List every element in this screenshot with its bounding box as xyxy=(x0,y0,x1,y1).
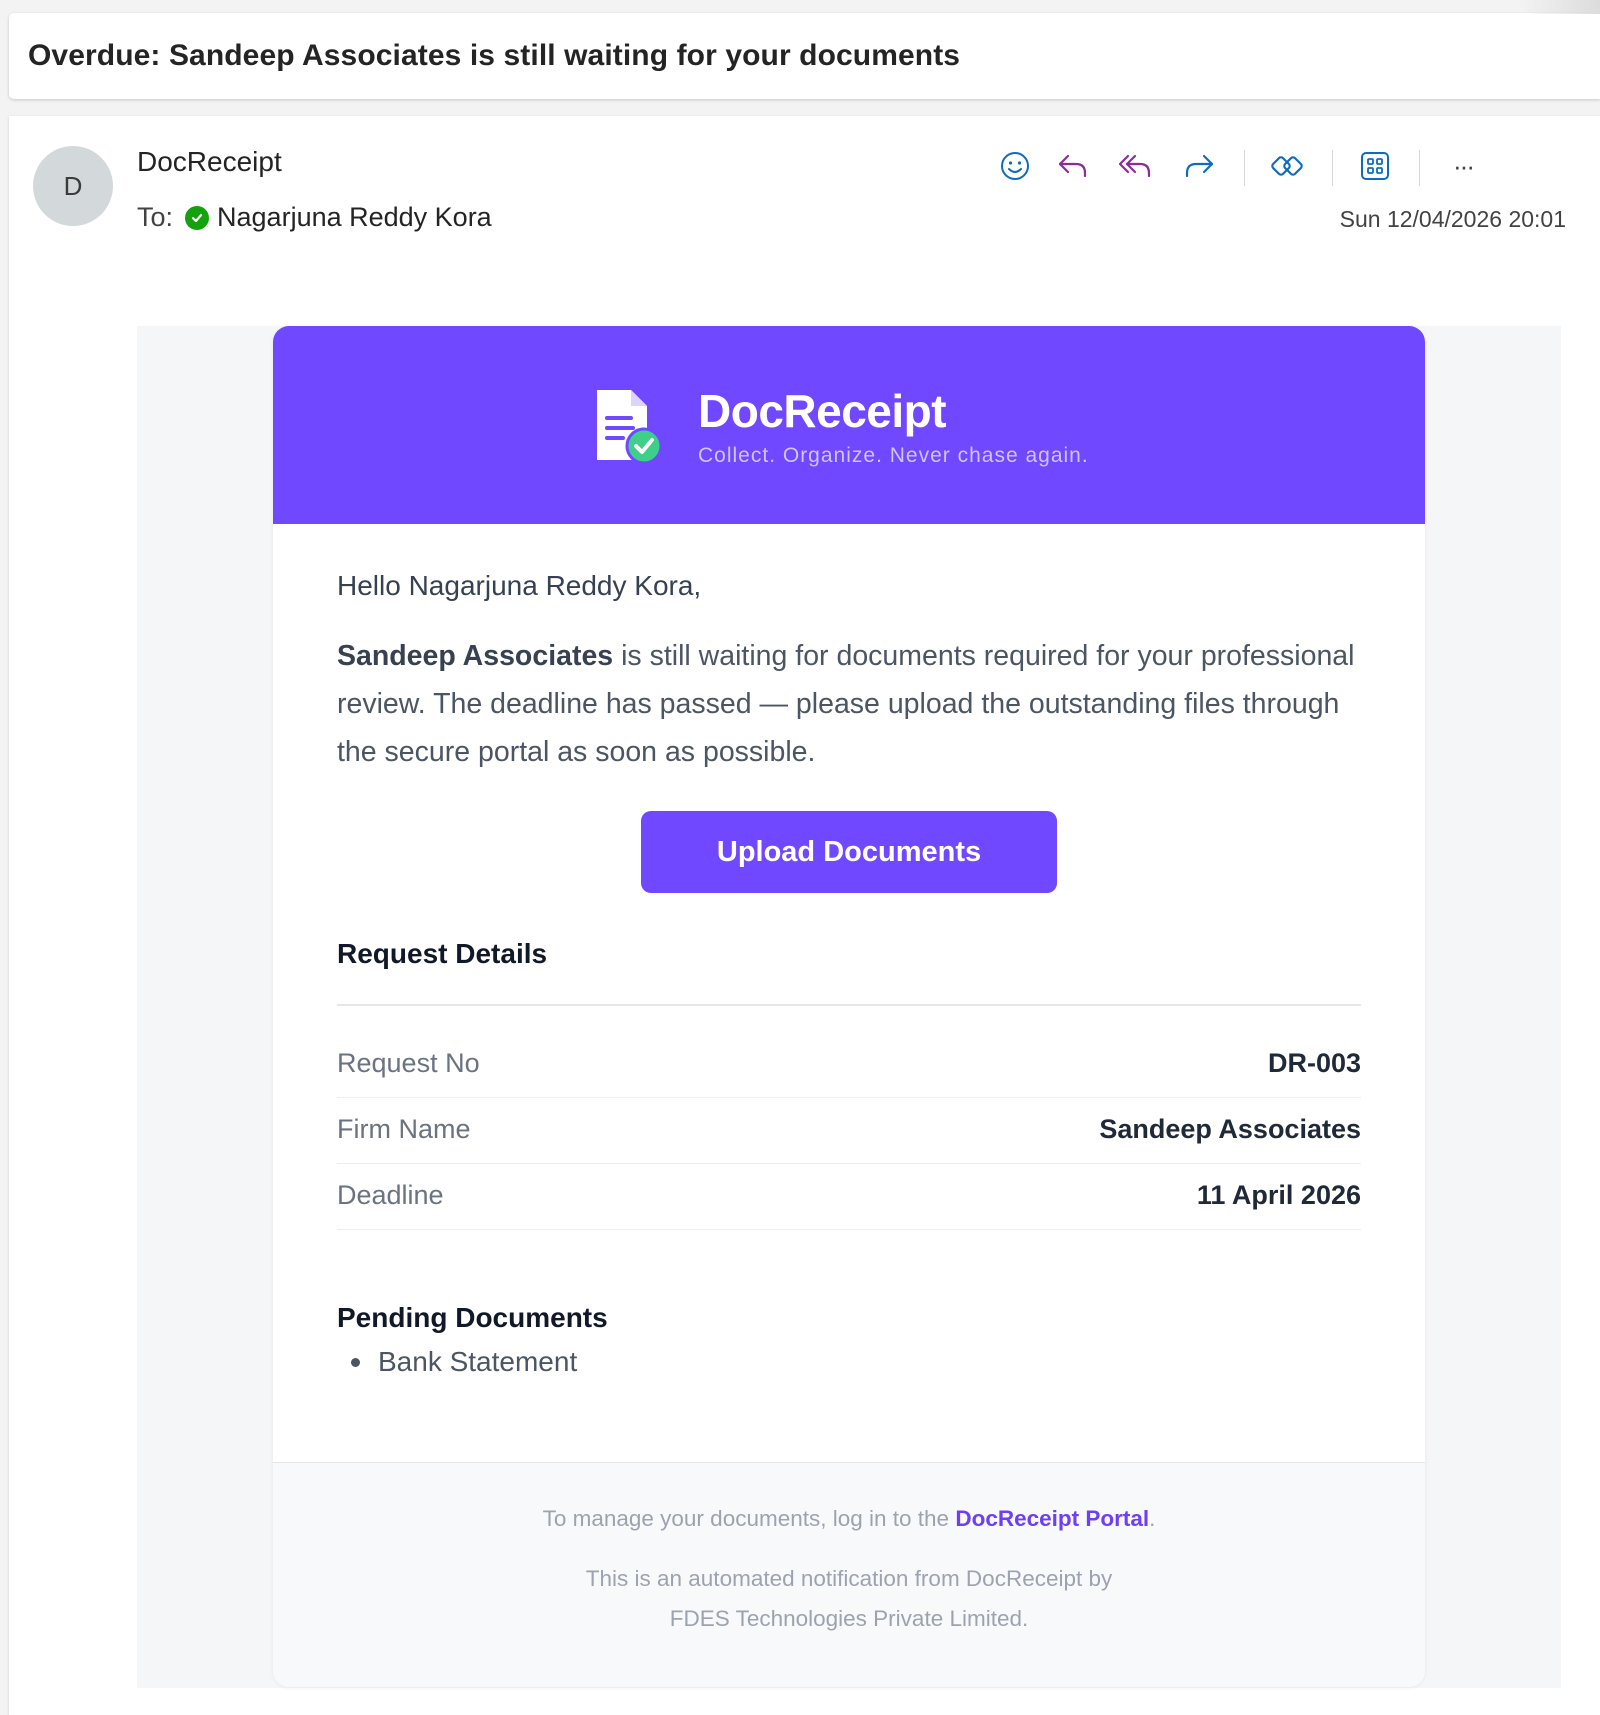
received-datetime: Sun 12/04/2026 20:01 xyxy=(1339,206,1566,232)
toolbar-divider xyxy=(1332,150,1333,186)
reply-icon[interactable] xyxy=(1051,144,1095,188)
detail-label: Request No xyxy=(337,1048,480,1078)
emoji-icon[interactable] xyxy=(993,144,1037,188)
subject-bar: Overdue: Sandeep Associates is still wai… xyxy=(9,13,1600,99)
toolbar-divider xyxy=(1419,150,1420,186)
brand-name: DocReceipt xyxy=(698,385,947,437)
detail-label: Deadline xyxy=(337,1180,444,1210)
footer-company: FDES Technologies Private Limited. xyxy=(669,1606,1029,1631)
docreceipt-portal-link[interactable]: DocReceipt Portal xyxy=(955,1506,1149,1531)
detail-value: 11 April 2026 xyxy=(1196,1180,1361,1210)
more-icon[interactable]: ··· xyxy=(1441,144,1485,188)
email-card: DocReceipt Collect. Organize. Never chas… xyxy=(273,326,1425,1687)
detail-row-deadline: Deadline 11 April 2026 xyxy=(337,1164,1361,1230)
loop-icon[interactable] xyxy=(1265,144,1309,188)
docreceipt-logo-icon xyxy=(597,390,661,465)
brand-tagline: Collect. Organize. Never chase again. xyxy=(698,444,1089,467)
bullet-icon xyxy=(351,1357,360,1367)
recipient-name[interactable]: Nagarjuna Reddy Kora xyxy=(217,202,492,233)
detail-label: Firm Name xyxy=(337,1114,471,1144)
forward-icon[interactable] xyxy=(1177,144,1221,188)
email-footer: To manage your documents, log in to the … xyxy=(273,1462,1425,1687)
brand-header: DocReceipt Collect. Organize. Never chas… xyxy=(273,326,1425,524)
detail-value: DR-003 xyxy=(1267,1048,1361,1078)
pending-documents-list: Bank Statement xyxy=(337,1346,577,1378)
detail-row-request-no: Request No DR-003 xyxy=(337,1032,1361,1098)
detail-value: Sandeep Associates xyxy=(1099,1114,1361,1144)
firm-name-highlight: Sandeep Associates xyxy=(337,640,614,672)
recipient-line: To: Nagarjuna Reddy Kora xyxy=(137,202,492,233)
apps-icon[interactable] xyxy=(1353,144,1397,188)
toolbar-divider xyxy=(1244,150,1245,186)
message-toolbar: ··· xyxy=(9,140,1600,192)
request-details-title: Request Details xyxy=(337,938,548,969)
list-item: Bank Statement xyxy=(337,1346,577,1378)
section-divider xyxy=(337,1004,1361,1006)
presence-available-icon xyxy=(185,205,210,230)
to-label: To: xyxy=(137,202,174,232)
email-body-background: DocReceipt Collect. Organize. Never chas… xyxy=(137,326,1561,1688)
window-corner xyxy=(1520,0,1600,14)
reply-all-icon[interactable] xyxy=(1113,144,1157,188)
footer-text: To manage your documents, log in to the xyxy=(542,1506,956,1531)
message-paragraph: Sandeep Associates is still waiting for … xyxy=(337,632,1361,776)
detail-row-firm-name: Firm Name Sandeep Associates xyxy=(337,1098,1361,1164)
footer-portal-line: To manage your documents, log in to the … xyxy=(273,1506,1425,1532)
reading-pane: D DocReceipt To: Nagarjuna Reddy Kora Su… xyxy=(9,116,1600,1715)
greeting: Hello Nagarjuna Reddy Kora, xyxy=(337,570,702,601)
email-subject: Overdue: Sandeep Associates is still wai… xyxy=(28,39,961,72)
pending-document-name: Bank Statement xyxy=(378,1346,578,1377)
footer-notice: This is an automated notification from D… xyxy=(585,1566,1113,1591)
footer-text: . xyxy=(1149,1506,1156,1531)
pending-documents-title: Pending Documents xyxy=(337,1302,608,1333)
upload-documents-button[interactable]: Upload Documents xyxy=(641,811,1057,893)
